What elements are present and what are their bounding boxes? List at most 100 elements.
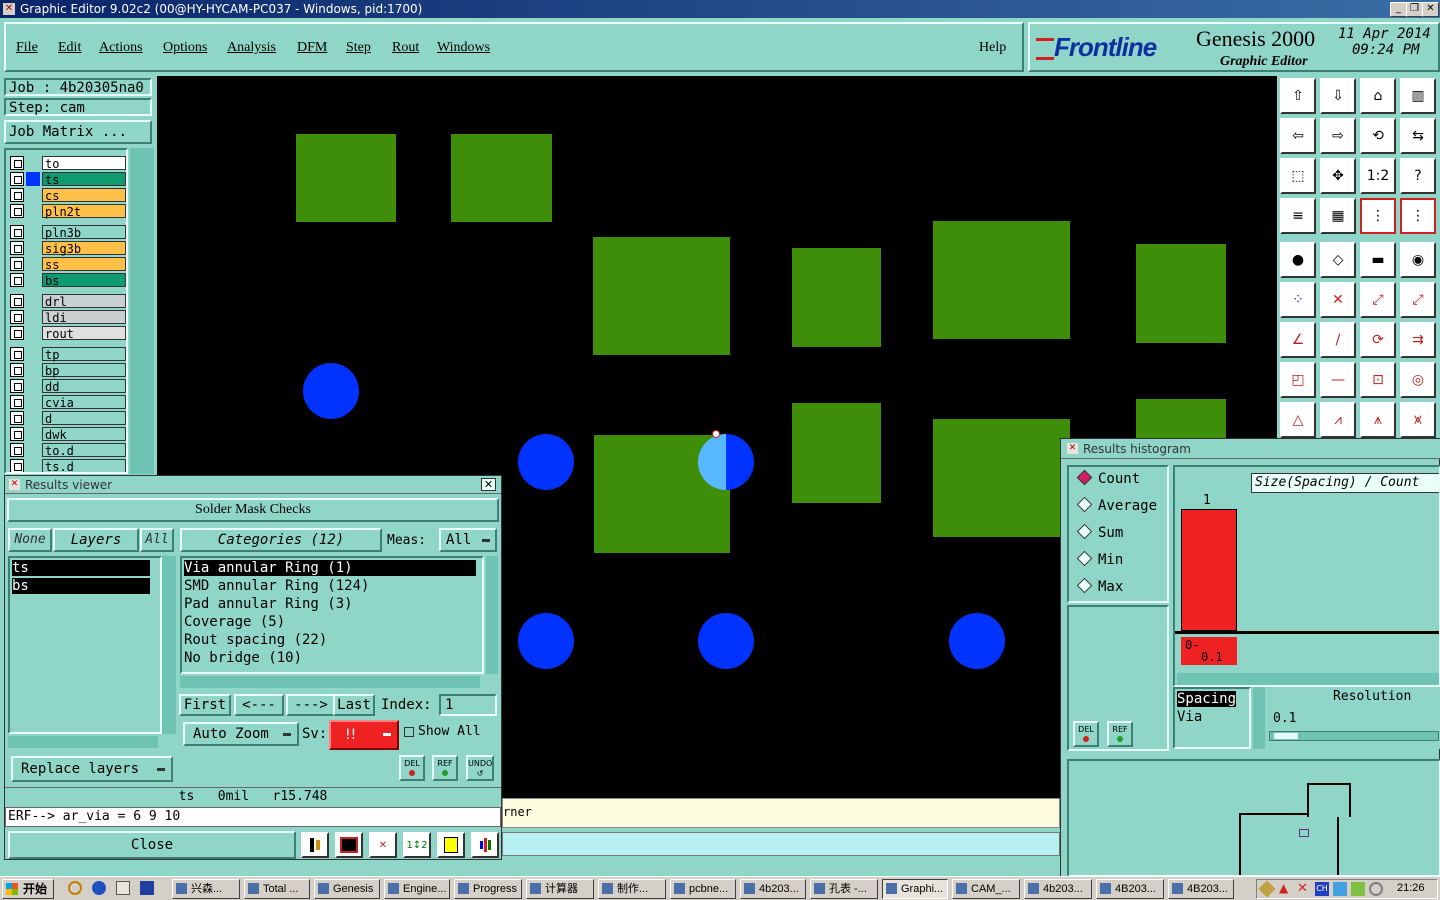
layer-row-pln3b[interactable]: pln3b: [10, 225, 126, 240]
close-window-button[interactable]: ✕: [1422, 2, 1439, 17]
layer-checkbox[interactable]: [10, 310, 24, 324]
layer-row-ts-d[interactable]: ts.d: [10, 459, 126, 472]
layer-color-swatch[interactable]: [26, 379, 40, 393]
zoom-home-icon[interactable]: ⇧: [1280, 78, 1316, 114]
group-icon[interactable]: ◎: [1400, 362, 1436, 398]
slider-thumb[interactable]: [1274, 733, 1298, 739]
taskbar-item[interactable]: 制作...: [598, 879, 666, 899]
tray-settings-icon[interactable]: [1369, 882, 1383, 896]
layer-checkbox[interactable]: [10, 273, 24, 287]
notepad-icon[interactable]: [116, 881, 130, 895]
taskbar-item[interactable]: 孔表 -...: [810, 879, 878, 899]
close-button[interactable]: Close: [8, 831, 296, 859]
result-layer-item[interactable]: bs: [12, 578, 150, 594]
measure-icon[interactable]: ⊡: [1360, 362, 1396, 398]
layer-row-pln2t[interactable]: pln2t: [10, 204, 126, 219]
pan-right-icon[interactable]: ⇨: [1320, 118, 1356, 154]
histogram-icon[interactable]: [471, 832, 499, 858]
menu-file[interactable]: File: [16, 40, 38, 56]
layer-color-swatch[interactable]: [26, 363, 40, 377]
settings-icon[interactable]: ≡: [1280, 198, 1316, 234]
layer-row-tp[interactable]: tp: [10, 347, 126, 362]
resolution-slider[interactable]: [1269, 731, 1439, 741]
nodes-icon[interactable]: ⁘: [1280, 282, 1316, 318]
screen-icon[interactable]: [335, 832, 363, 858]
auto-zoom-select[interactable]: Auto Zoom: [183, 722, 299, 746]
layer-color-swatch[interactable]: [26, 257, 40, 271]
index-input[interactable]: 1: [439, 694, 497, 716]
first-button[interactable]: First: [179, 694, 231, 716]
erf-line[interactable]: ERF--> ar_via = 6 9 10: [5, 807, 501, 827]
sort-icon[interactable]: 1↕2: [403, 832, 431, 858]
radio-average[interactable]: Average: [1076, 496, 1157, 514]
menu-actions[interactable]: Actions: [99, 40, 143, 56]
list-item-via[interactable]: Via: [1177, 709, 1202, 725]
window-title-bar[interactable]: ✕ Graphic Editor 9.02c2 (00@HY-HYCAM-PC0…: [0, 0, 1440, 18]
connect-alt-icon[interactable]: ⤢: [1400, 282, 1436, 318]
window-menu-icon[interactable]: ✕: [9, 479, 20, 490]
menu-help[interactable]: Help: [979, 40, 1006, 56]
del-button[interactable]: DEL: [1073, 721, 1099, 747]
layer-color-swatch[interactable]: [26, 204, 40, 218]
window-menu-icon[interactable]: ✕: [1067, 443, 1078, 454]
layer-row-cvia[interactable]: cvia: [10, 395, 126, 410]
tray-app-icon[interactable]: [1351, 882, 1365, 896]
categories-hscrollbar[interactable]: [180, 676, 480, 688]
clock-app-icon[interactable]: [68, 881, 82, 895]
layer-color-swatch[interactable]: [26, 347, 40, 361]
layer-color-swatch[interactable]: [26, 172, 40, 186]
menu-rout[interactable]: Rout: [392, 40, 419, 56]
layer-checkbox[interactable]: [10, 156, 24, 170]
menu-windows[interactable]: Windows: [437, 40, 490, 56]
taskbar-item[interactable]: 计算器: [526, 879, 594, 899]
taskbar-item[interactable]: pcbne...: [670, 879, 736, 899]
layer-row-cs[interactable]: cs: [10, 188, 126, 203]
taskbar-item[interactable]: 4b203...: [740, 879, 806, 899]
layer-results-scrollbar[interactable]: [162, 556, 176, 734]
menu-dfm[interactable]: DFM: [297, 40, 327, 56]
arch-alt-icon[interactable]: ⩚: [1360, 402, 1396, 438]
result-layer-item[interactable]: ts: [12, 560, 150, 576]
show-all-checkbox[interactable]: [404, 727, 414, 737]
layer-row-sig3b[interactable]: sig3b: [10, 241, 126, 256]
layer-row-dd[interactable]: dd: [10, 379, 126, 394]
none-button[interactable]: None: [8, 528, 52, 552]
layers-button[interactable]: Layers: [53, 528, 139, 552]
layer-checkbox[interactable]: [10, 294, 24, 308]
layer-row-to[interactable]: to: [10, 156, 126, 171]
category-item[interactable]: No bridge (10): [184, 650, 476, 666]
overview-map[interactable]: [1067, 759, 1440, 877]
categories-button[interactable]: Categories (12): [180, 528, 382, 552]
layer-color-swatch[interactable]: [26, 310, 40, 324]
layer-color-swatch[interactable]: [26, 156, 40, 170]
swap-icon[interactable]: ⇆: [1400, 118, 1436, 154]
angle-icon[interactable]: ∠: [1280, 322, 1316, 358]
layer-row-ss[interactable]: ss: [10, 257, 126, 272]
layer-row-d[interactable]: d: [10, 411, 126, 426]
globe-icon[interactable]: [92, 881, 106, 895]
menu-options[interactable]: Options: [163, 40, 207, 56]
taskbar-item[interactable]: CAM_...: [952, 879, 1020, 899]
connect-icon[interactable]: ⤢: [1360, 282, 1396, 318]
pad-icon[interactable]: ●: [1280, 242, 1316, 278]
layer-checkbox[interactable]: [10, 379, 24, 393]
layer-color-swatch[interactable]: [26, 241, 40, 255]
home-icon[interactable]: ⌂: [1360, 78, 1396, 114]
spacing-list-scrollbar[interactable]: [1253, 687, 1265, 749]
layer-row-dwk[interactable]: dwk: [10, 427, 126, 442]
layer-checkbox[interactable]: [10, 188, 24, 202]
ime-icon[interactable]: CH: [1315, 882, 1329, 896]
split-view-icon[interactable]: ▥: [1400, 78, 1436, 114]
layer-checkbox[interactable]: [10, 326, 24, 340]
layer-checkbox[interactable]: [10, 225, 24, 239]
layer-checkbox[interactable]: [10, 347, 24, 361]
layer-color-swatch[interactable]: [26, 188, 40, 202]
arch-icon[interactable]: ⩘: [1320, 402, 1356, 438]
layer-row-rout[interactable]: rout: [10, 326, 126, 341]
layer-row-to-d[interactable]: to.d: [10, 443, 126, 458]
layer-checkbox[interactable]: [10, 427, 24, 441]
tray-cross-icon[interactable]: ✕: [1297, 881, 1308, 896]
tray-pen-icon[interactable]: [1258, 880, 1276, 898]
histogram-titlebar[interactable]: ✕ Results histogram: [1061, 439, 1440, 459]
next-button[interactable]: --->: [286, 694, 336, 716]
